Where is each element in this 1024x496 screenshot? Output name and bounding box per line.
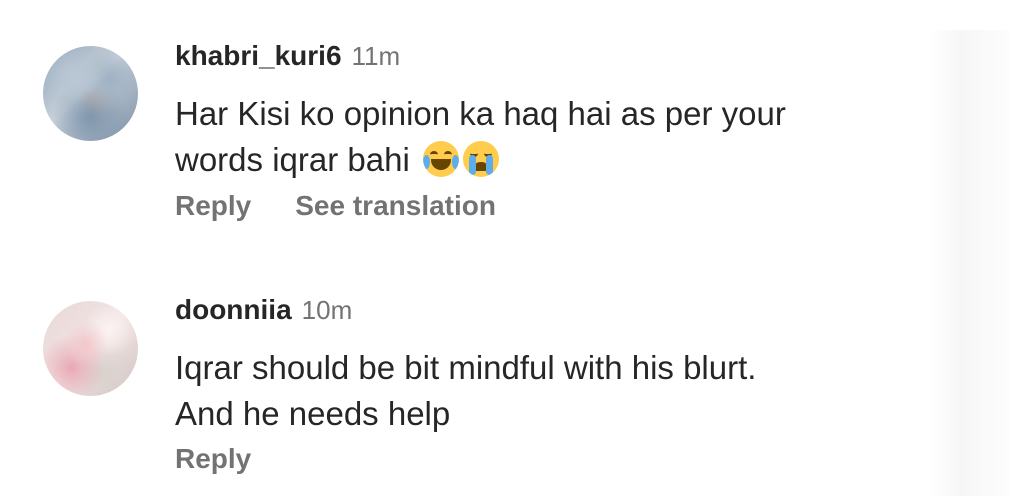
comment-timestamp: 10m bbox=[301, 295, 353, 325]
comment-actions: Reply See translation bbox=[175, 190, 496, 222]
reply-button[interactable]: Reply bbox=[175, 190, 251, 222]
avatar[interactable] bbox=[43, 301, 138, 396]
comment-actions: Reply bbox=[175, 443, 251, 475]
loudly-crying-face-icon bbox=[462, 141, 499, 177]
username-link[interactable]: khabri_kuri6 bbox=[175, 40, 342, 72]
comment-header: doonniia 10m bbox=[175, 294, 352, 326]
comment-timestamp: 11m bbox=[351, 41, 401, 71]
avatar[interactable] bbox=[43, 46, 138, 141]
comment-text-line: words iqrar bahi bbox=[175, 141, 410, 178]
see-translation-button[interactable]: See translation bbox=[295, 190, 496, 222]
reply-button[interactable]: Reply bbox=[175, 443, 251, 475]
comment-text-line: Iqrar should be bit mindful with his blu… bbox=[175, 349, 757, 386]
face-with-tears-of-joy-icon bbox=[422, 141, 459, 177]
comment-text-line: And he needs help bbox=[175, 395, 451, 432]
comment-text-line: Har Kisi ko opinion ka haq hai as per yo… bbox=[175, 95, 786, 132]
background-smudge bbox=[930, 30, 1010, 496]
comment-text: Iqrar should be bit mindful with his blu… bbox=[175, 345, 895, 437]
comment-text: Har Kisi ko opinion ka haq hai as per yo… bbox=[175, 91, 895, 183]
comment-header: khabri_kuri6 11m bbox=[175, 40, 400, 72]
username-link[interactable]: doonniia bbox=[175, 294, 292, 326]
comment-text-line-with-emoji: words iqrar bahi bbox=[175, 137, 895, 183]
